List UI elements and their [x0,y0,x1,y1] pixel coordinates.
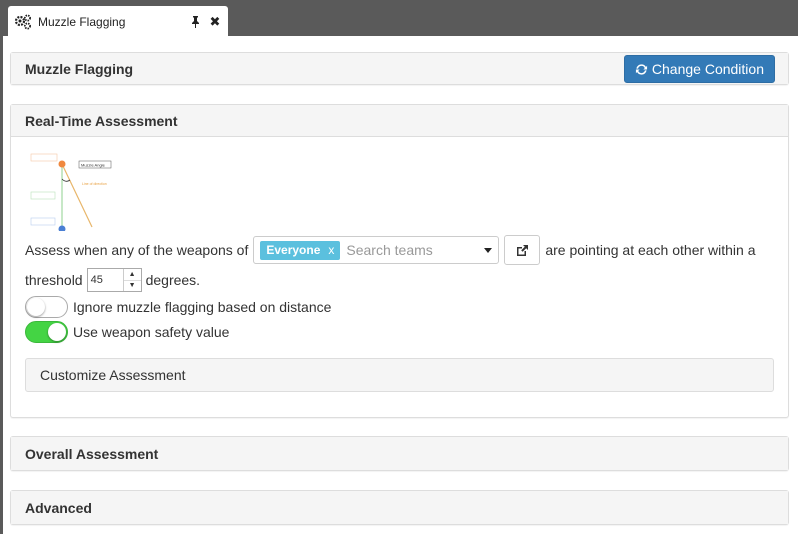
remove-tag-icon[interactable]: x [328,243,334,257]
refresh-icon [635,63,647,75]
gears-icon [14,14,31,29]
external-link-button[interactable] [504,235,541,265]
customize-assessment-label: Customize Assessment [40,367,186,383]
change-condition-button[interactable]: Change Condition [623,55,775,83]
stepper-down-icon[interactable]: ▼ [124,281,141,292]
diagram-label-line-of-direction: Line of direction [82,182,107,186]
ignore-distance-row: Ignore muzzle flagging based on distance [25,296,331,318]
team-tag-label: Everyone [266,243,321,257]
toggle-knob [27,298,45,316]
content-area: Muzzle Flagging Change Condition Real-Ti… [3,36,798,534]
threshold-value[interactable]: 45 [88,274,123,286]
advanced-panel[interactable]: Advanced [10,490,789,525]
weapon-safety-row: Use weapon safety value [25,321,229,343]
assess-prefix: Assess when any of the weapons of [25,242,249,258]
weapon-safety-label: Use weapon safety value [73,324,230,340]
assess-suffix: are pointing at each other within a [545,242,756,258]
pin-icon[interactable] [188,15,202,29]
ignore-distance-label: Ignore muzzle flagging based on distance [73,299,332,315]
threshold-row: threshold 45 ▲ ▼ degrees. [25,268,200,292]
toggle-knob [48,323,66,341]
stepper-up-icon[interactable]: ▲ [123,269,141,281]
close-icon[interactable]: ✖ [208,14,222,29]
ignore-distance-toggle[interactable] [25,296,68,318]
external-link-icon [516,244,528,256]
muzzle-flagging-tab[interactable]: Muzzle Flagging ✖ [8,6,228,37]
chevron-down-icon[interactable] [484,247,493,253]
team-select[interactable]: Everyone x Search teams [253,236,500,264]
customize-assessment-panel[interactable]: Customize Assessment [25,358,774,392]
threshold-label: threshold [25,272,83,288]
tab-title: Muzzle Flagging [38,14,126,29]
diagram-label-muzzle-angle: Muzzle Angle [81,163,106,168]
overall-heading[interactable]: Overall Assessment [11,437,788,470]
realtime-panel: Real-Time Assessment Muzzle Angle Line o… [10,104,789,418]
advanced-heading[interactable]: Advanced [11,491,788,524]
search-teams-input[interactable]: Search teams [346,242,484,258]
assess-row: Assess when any of the weapons of Everyo… [25,235,756,265]
page-title: Muzzle Flagging [25,60,134,77]
overall-panel[interactable]: Overall Assessment [10,436,789,471]
header-heading: Muzzle Flagging Change Condition [11,53,788,84]
team-tag-everyone: Everyone x [260,240,341,260]
degrees-label: degrees. [145,272,201,288]
muzzle-angle-diagram: Muzzle Angle Line of direction [30,153,112,231]
threshold-stepper[interactable]: 45 ▲ ▼ [86,268,142,292]
change-condition-label: Change Condition [651,61,764,77]
overall-title: Overall Assessment [25,445,159,462]
header-panel: Muzzle Flagging Change Condition [10,52,789,85]
realtime-heading[interactable]: Real-Time Assessment [11,105,788,137]
weapon-safety-toggle[interactable] [25,321,68,343]
stepper-arrows[interactable]: ▲ ▼ [122,269,141,292]
realtime-title: Real-Time Assessment [25,112,178,129]
advanced-title: Advanced [25,499,92,516]
